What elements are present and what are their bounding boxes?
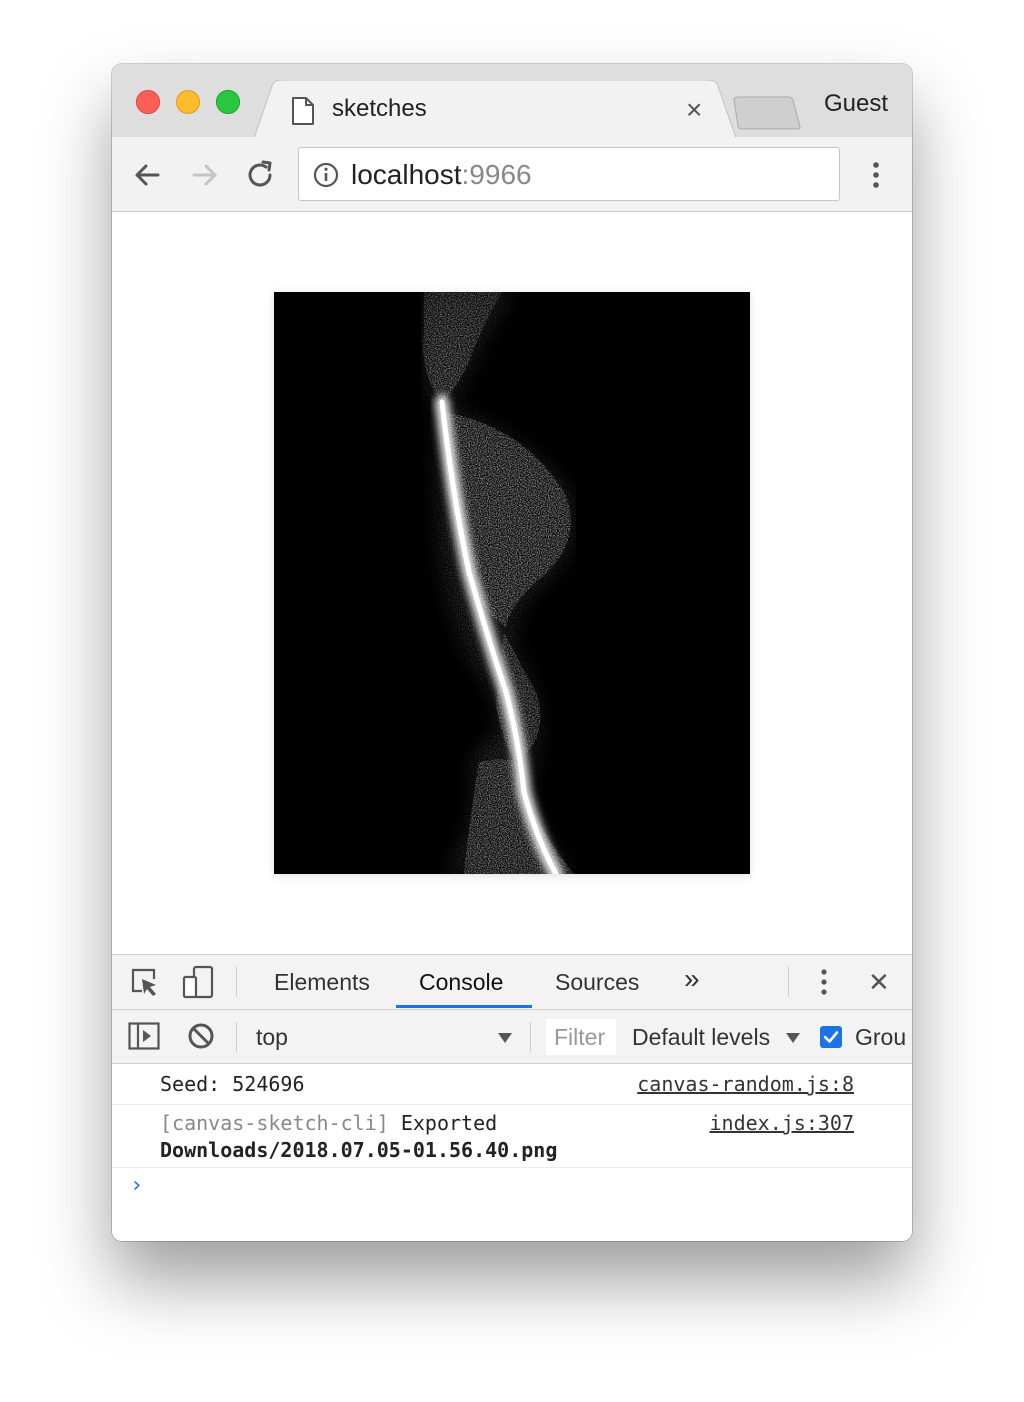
separator [236, 967, 237, 997]
levels-dropdown-icon[interactable] [786, 1033, 800, 1043]
console-prompt-icon[interactable]: › [130, 1173, 143, 1198]
active-tab[interactable] [254, 80, 744, 138]
context-dropdown-icon[interactable] [498, 1033, 512, 1043]
window-maximize-button[interactable] [216, 90, 240, 114]
context-selector[interactable]: top [256, 1024, 288, 1051]
console-message: Seed: 524696 canvas-random.js:8 [112, 1064, 912, 1105]
reload-icon[interactable] [244, 159, 276, 191]
clear-console-icon[interactable] [186, 1021, 216, 1051]
tab-sources[interactable]: Sources [555, 969, 639, 996]
window-minimize-button[interactable] [176, 90, 200, 114]
tab-close-icon[interactable]: × [686, 96, 702, 124]
device-toolbar-icon[interactable] [182, 965, 214, 999]
url-text: localhost:9966 [351, 159, 532, 191]
page-content [112, 212, 912, 954]
console-filter-bar: top Filter Default levels Grou [112, 1010, 912, 1064]
log-text: Seed: 524696 [160, 1072, 305, 1096]
back-arrow-icon[interactable] [132, 159, 164, 191]
log-levels-select[interactable]: Default levels [632, 1024, 770, 1051]
document-icon [292, 97, 314, 125]
tab-console[interactable]: Console [419, 969, 503, 996]
log-text: [canvas-sketch-cli] Exported [160, 1111, 497, 1135]
log-detail: Downloads/2018.07.05-01.56.40.png [160, 1138, 558, 1162]
devtools-tab-bar: Elements Console Sources » ✕ [112, 955, 912, 1010]
url-port: :9966 [461, 159, 532, 190]
show-sidebar-icon[interactable] [128, 1022, 160, 1050]
profile-name[interactable]: Guest [824, 90, 888, 118]
tab-title: sketches [332, 95, 427, 122]
url-host: localhost [351, 159, 462, 190]
forward-arrow-icon[interactable] [188, 159, 220, 191]
window-close-button[interactable] [136, 90, 160, 114]
group-similar-checkbox[interactable] [820, 1026, 842, 1048]
group-similar-label: Grou [855, 1024, 907, 1050]
info-icon[interactable] [313, 162, 339, 188]
log-message: Exported [388, 1111, 498, 1135]
separator [530, 1022, 531, 1052]
console-message: [canvas-sketch-cli] Exported Downloads/2… [112, 1105, 912, 1168]
new-tab-button[interactable] [732, 96, 804, 130]
address-bar[interactable]: localhost:9966 [298, 147, 840, 201]
browser-window: sketches × Guest localhost:9966 Elements… [112, 64, 912, 1241]
title-bar: sketches × Guest [112, 64, 912, 138]
separator [788, 967, 789, 997]
devtools-menu-icon[interactable] [814, 967, 834, 997]
active-tab-indicator [396, 1005, 532, 1008]
tab-elements[interactable]: Elements [274, 969, 370, 996]
log-source-link[interactable]: index.js:307 [710, 1111, 855, 1135]
filter-input[interactable]: Filter [546, 1019, 616, 1055]
menu-dots-icon[interactable] [862, 159, 890, 191]
log-source-link[interactable]: canvas-random.js:8 [637, 1072, 854, 1096]
browser-toolbar: localhost:9966 [112, 137, 912, 212]
devtools-panel: Elements Console Sources » ✕ top Filter … [112, 954, 912, 1241]
devtools-close-icon[interactable]: ✕ [868, 967, 890, 998]
separator [236, 1022, 237, 1052]
sketch-canvas [274, 292, 750, 874]
more-tabs-icon[interactable]: » [684, 963, 700, 995]
checkmark-icon [823, 1031, 839, 1043]
inspect-element-icon[interactable] [130, 967, 160, 997]
log-prefix: [canvas-sketch-cli] [160, 1111, 389, 1135]
